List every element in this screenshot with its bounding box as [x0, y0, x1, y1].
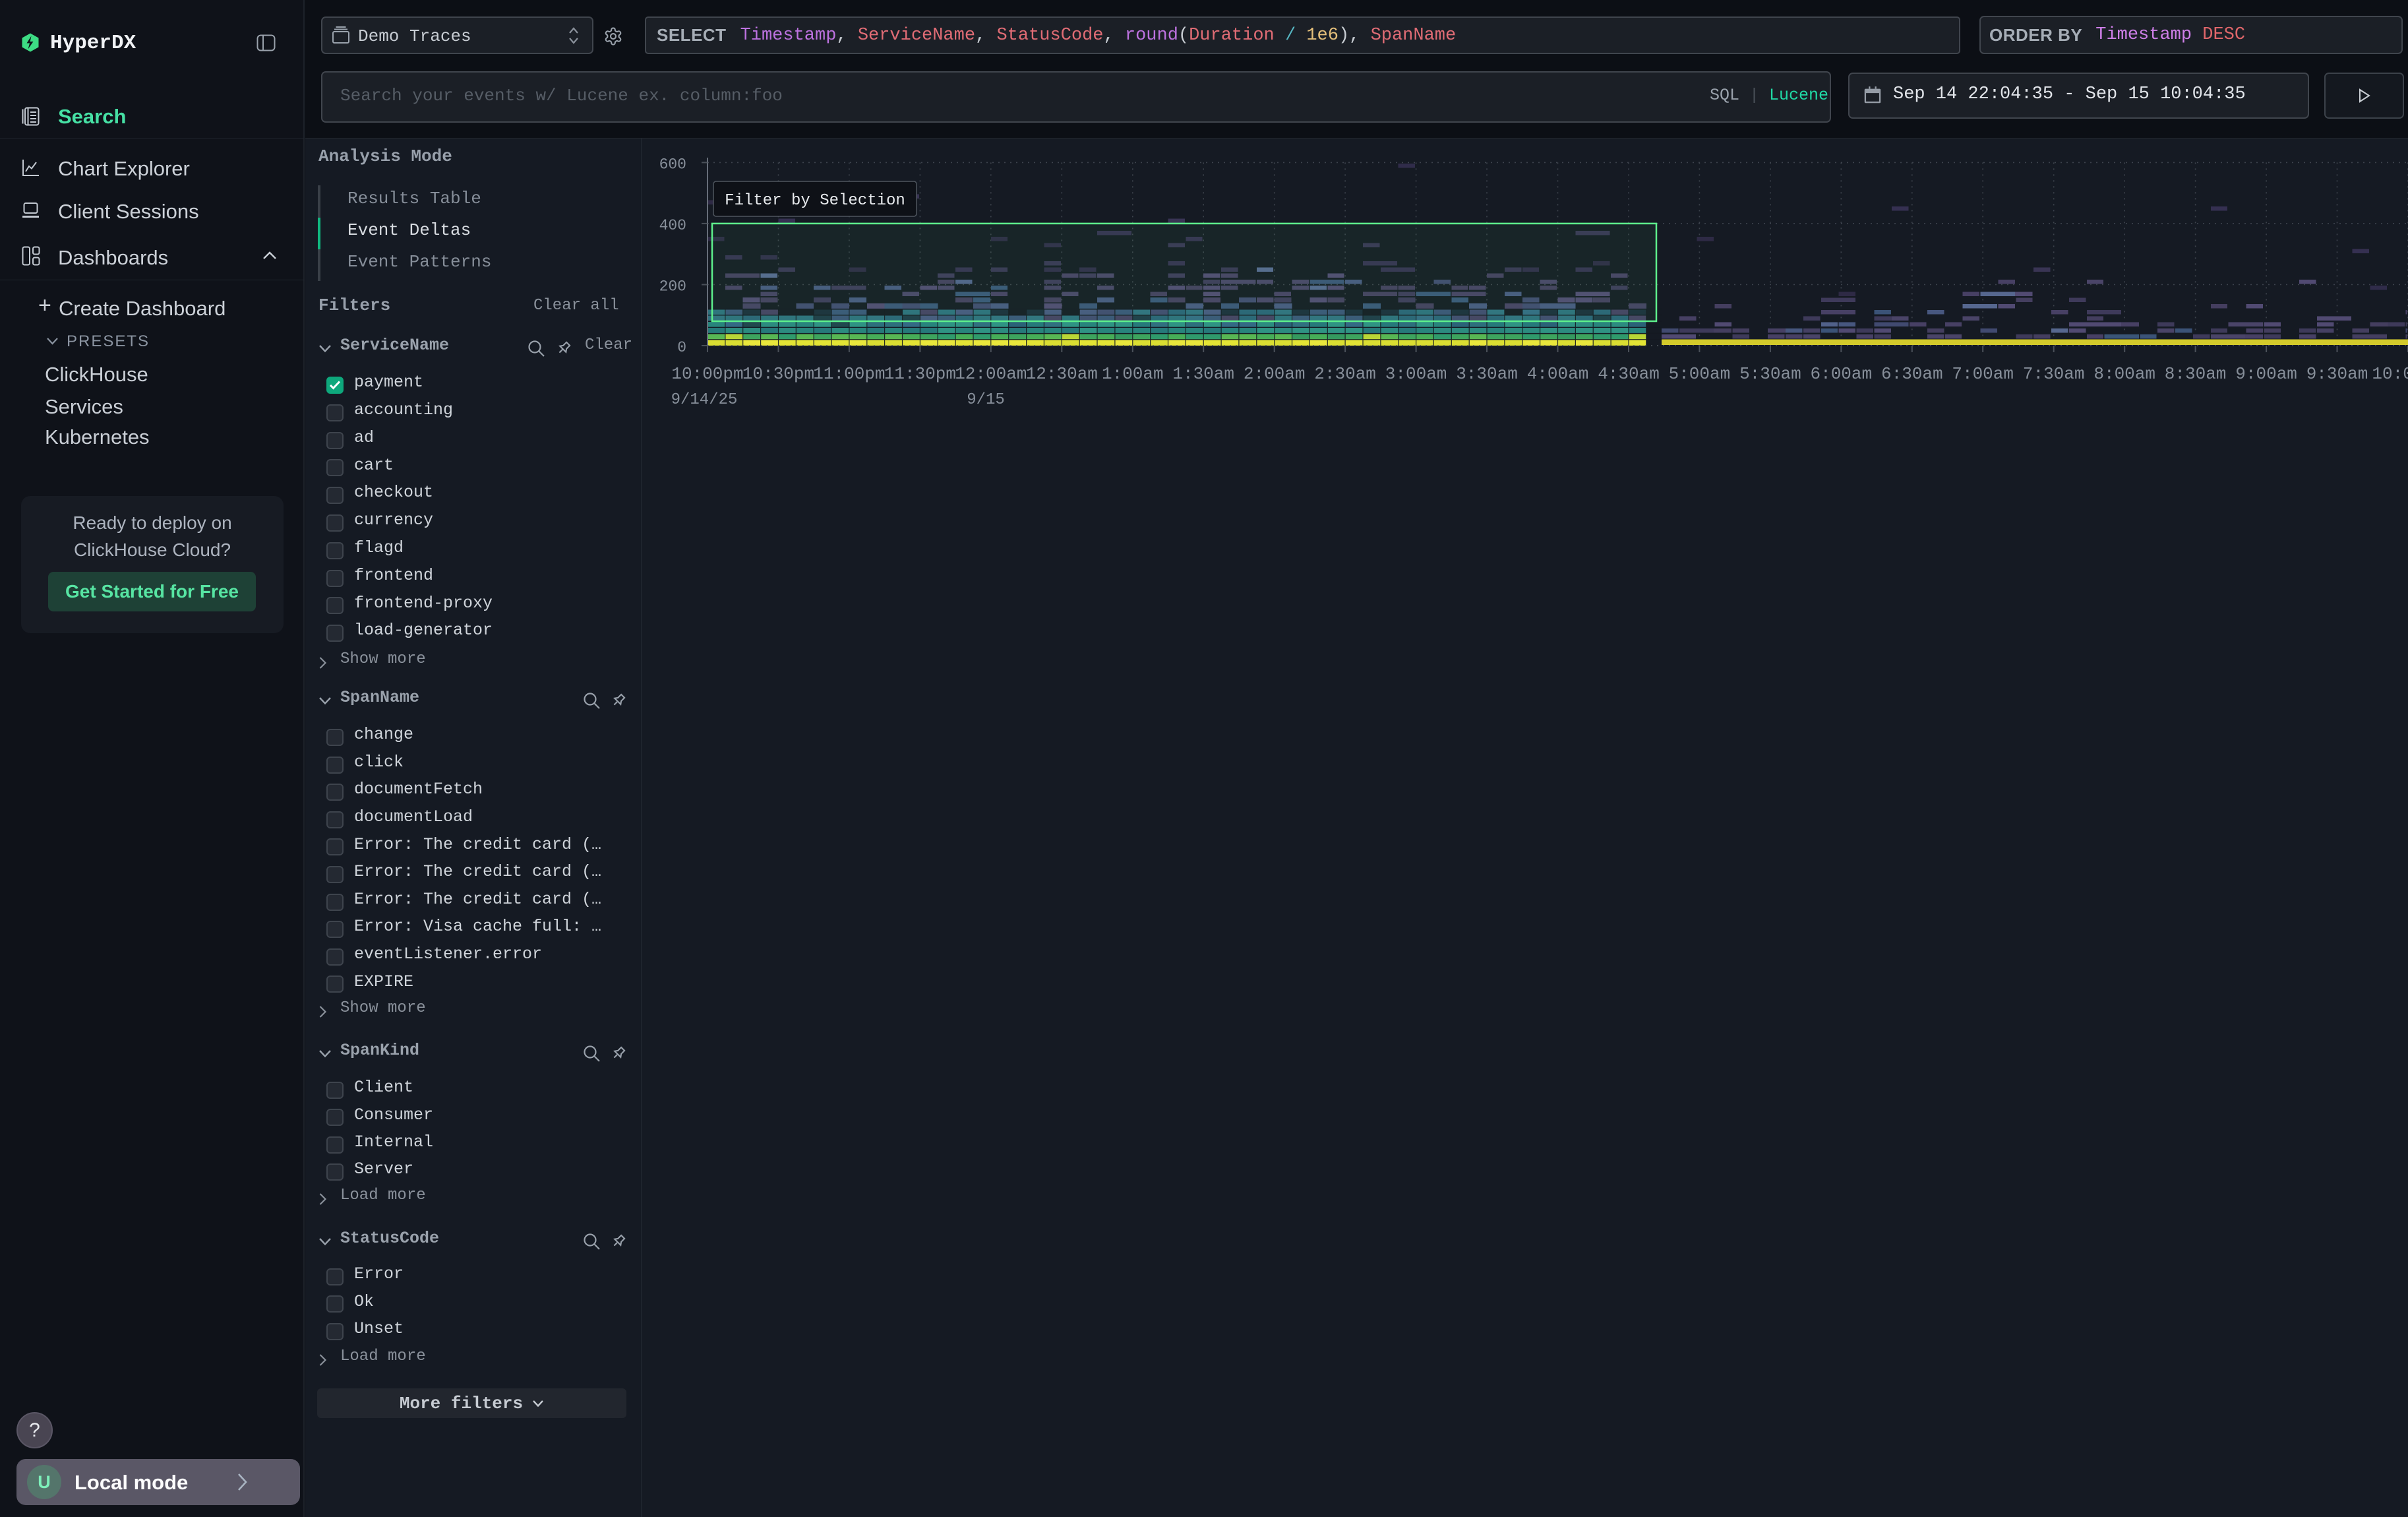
- svg-text:9:30am: 9:30am: [2306, 364, 2368, 384]
- svg-text:10:00pm: 10:00pm: [671, 364, 743, 384]
- svg-text:8:00am: 8:00am: [2093, 364, 2155, 384]
- svg-text:6:30am: 6:30am: [1881, 364, 1943, 384]
- svg-text:4:30am: 4:30am: [1598, 364, 1660, 384]
- svg-text:200: 200: [659, 278, 686, 295]
- svg-text:7:30am: 7:30am: [2023, 364, 2085, 384]
- svg-text:1:30am: 1:30am: [1172, 364, 1234, 384]
- svg-text:600: 600: [659, 156, 686, 173]
- svg-text:11:00pm: 11:00pm: [813, 364, 885, 384]
- svg-text:3:30am: 3:30am: [1456, 364, 1518, 384]
- svg-text:2:30am: 2:30am: [1314, 364, 1376, 384]
- svg-text:6:00am: 6:00am: [1810, 364, 1872, 384]
- svg-text:12:00am: 12:00am: [955, 364, 1027, 384]
- svg-text:Filter by Selection: Filter by Selection: [725, 192, 905, 210]
- svg-text:9/15: 9/15: [967, 391, 1005, 409]
- svg-text:11:30pm: 11:30pm: [884, 364, 956, 384]
- svg-text:10:30pm: 10:30pm: [742, 364, 814, 384]
- svg-text:0: 0: [677, 339, 686, 356]
- svg-text:2:00am: 2:00am: [1244, 364, 1306, 384]
- svg-text:8:30am: 8:30am: [2165, 364, 2227, 384]
- svg-text:12:30am: 12:30am: [1026, 364, 1098, 384]
- svg-text:10:00am: 10:00am: [2372, 364, 2408, 384]
- svg-text:4:00am: 4:00am: [1527, 364, 1589, 384]
- svg-text:9:00am: 9:00am: [2235, 364, 2297, 384]
- svg-text:400: 400: [659, 217, 686, 234]
- svg-text:5:30am: 5:30am: [1739, 364, 1801, 384]
- svg-text:9/14/25: 9/14/25: [671, 391, 738, 409]
- svg-text:3:00am: 3:00am: [1385, 364, 1447, 384]
- svg-text:1:00am: 1:00am: [1102, 364, 1164, 384]
- svg-text:5:00am: 5:00am: [1669, 364, 1731, 384]
- svg-text:7:00am: 7:00am: [1952, 364, 2014, 384]
